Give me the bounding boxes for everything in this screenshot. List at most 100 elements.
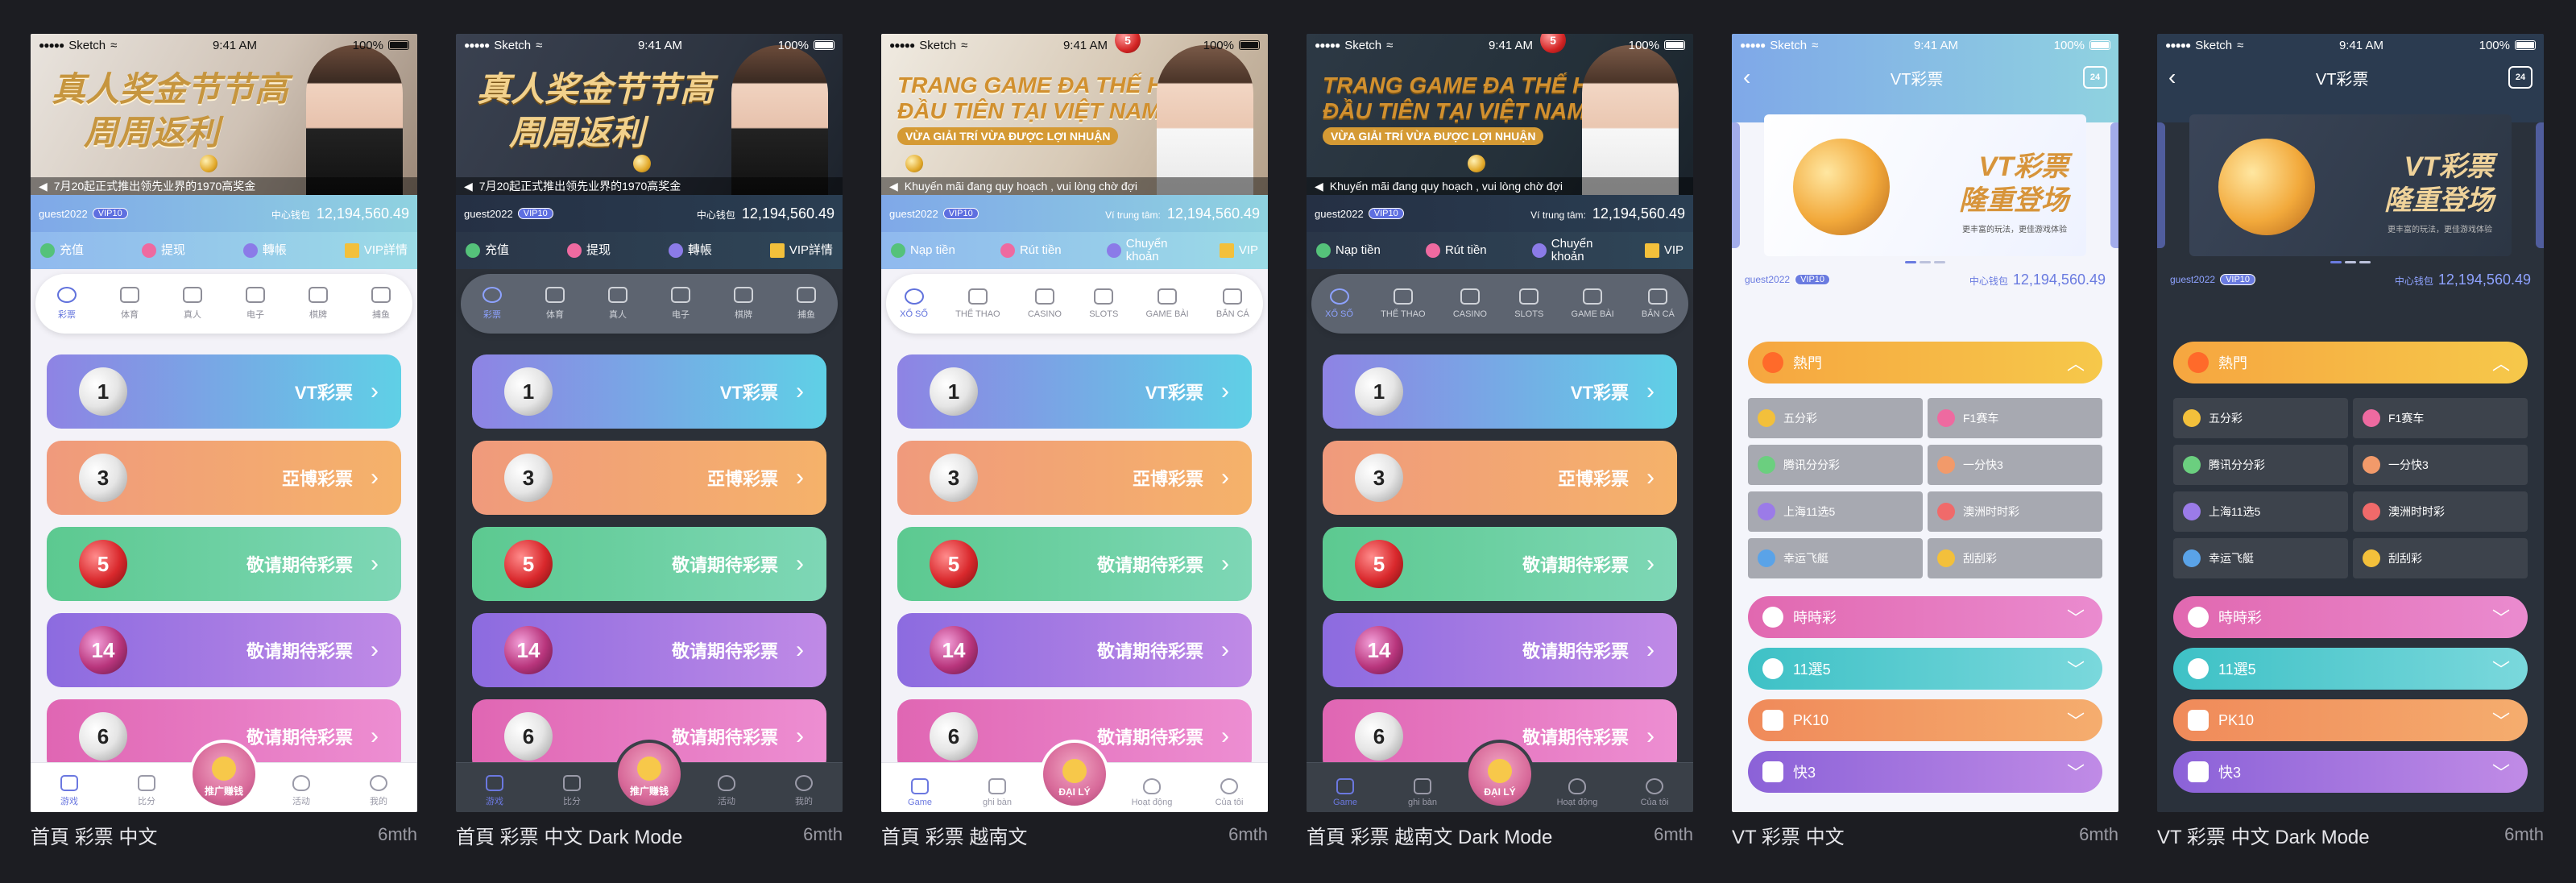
tab-scores[interactable]: 比分 <box>118 775 175 807</box>
lottery-card-soon-1[interactable]: 5 敬请期待彩票 › <box>472 527 826 601</box>
category-lottery[interactable]: 彩票 <box>57 287 77 321</box>
withdraw-button[interactable]: 提现 <box>566 243 611 258</box>
category-lottery[interactable]: 彩票 <box>482 287 502 321</box>
tab-scores[interactable]: ghi bàn <box>1394 778 1451 807</box>
deposit-button[interactable]: Nạp tiền <box>891 243 955 258</box>
lottery-card-vt[interactable]: 1 VT彩票 › <box>47 354 401 429</box>
category-slots[interactable]: 电子 <box>671 287 690 321</box>
lottery-card-yabo[interactable]: 3 亞博彩票 › <box>897 441 1252 515</box>
agent-button[interactable]: ĐẠI LÝ <box>1465 740 1534 809</box>
section-timed[interactable]: 時時彩 ﹀ <box>1748 596 2102 638</box>
lottery-card-soon-1[interactable]: 5 敬请期待彩票 › <box>1323 527 1677 601</box>
lottery-card-soon-2[interactable]: 14 敬请期待彩票 › <box>1323 613 1677 687</box>
artboard-vt-zh[interactable]: ●●●●● Sketch ≈ 9:41 AM 100% ‹ VT彩票 24 VT彩票… <box>1732 34 2118 848</box>
game-item[interactable]: F1赛车 <box>2353 398 2528 438</box>
history-icon[interactable]: 24 <box>2082 66 2107 89</box>
announcement-marquee[interactable]: ◀ Khuyến mãi đang quy hoạch , vui lòng ch… <box>1307 177 1693 195</box>
game-item[interactable]: 一分快3 <box>2353 445 2528 485</box>
vip-button[interactable]: VIP <box>1219 243 1258 258</box>
category-slots[interactable]: SLOTS <box>1514 288 1543 319</box>
announcement-marquee[interactable]: ◀ 7月20起正式推出领先业界的1970高奖金 <box>31 177 417 195</box>
transfer-button[interactable]: 轉帳 <box>242 243 287 258</box>
section-k3[interactable]: 快3 ﹀ <box>1748 751 2102 793</box>
game-item[interactable]: 腾讯分分彩 <box>1748 445 1923 485</box>
category-live[interactable]: 真人 <box>608 287 627 321</box>
lottery-card-soon-2[interactable]: 14 敬请期待彩票 › <box>47 613 401 687</box>
vip-button[interactable]: VIP詳情 <box>344 243 408 258</box>
promo-banner[interactable]: 真人奖金节节高 周周返利 <box>31 34 417 195</box>
carousel-prev-peek[interactable] <box>1732 122 1740 248</box>
category-sports[interactable]: 体育 <box>120 287 139 321</box>
tab-games[interactable]: Game <box>1317 778 1373 807</box>
announcement-marquee[interactable]: ◀ 7月20起正式推出领先业界的1970高奖金 <box>456 177 843 195</box>
game-item[interactable]: 一分快3 <box>1928 445 2102 485</box>
category-fishing[interactable]: 捕鱼 <box>371 287 391 321</box>
tab-events[interactable]: Hoạt động <box>1124 778 1180 807</box>
section-k3[interactable]: 快3 ﹀ <box>2173 751 2528 793</box>
category-slots[interactable]: SLOTS <box>1089 288 1118 319</box>
withdraw-button[interactable]: Rút tiền <box>1000 243 1062 258</box>
vt-carousel-banner[interactable]: VT彩票 隆重登场 更丰富的玩法，更佳游戏体验 <box>1764 114 2086 256</box>
withdraw-button[interactable]: 提现 <box>141 243 185 258</box>
agent-button[interactable]: ĐẠI LÝ <box>1040 740 1109 809</box>
category-live[interactable]: CASINO <box>1028 288 1062 319</box>
lottery-card-vt[interactable]: 1 VT彩票 › <box>472 354 826 429</box>
section-pk10[interactable]: PK10 ﹀ <box>2173 699 2528 741</box>
game-item[interactable]: 幸运飞艇 <box>1748 538 1923 578</box>
game-item[interactable]: 上海11选5 <box>2173 491 2348 532</box>
tab-events[interactable]: Hoạt động <box>1549 778 1605 807</box>
promote-button[interactable]: 推广赚钱 <box>615 740 684 809</box>
game-item[interactable]: 刮刮彩 <box>1928 538 2102 578</box>
section-11x5[interactable]: 11選5 ﹀ <box>1748 648 2102 690</box>
lottery-card-yabo[interactable]: 3 亞博彩票 › <box>47 441 401 515</box>
promo-banner[interactable]: 真人奖金节节高 周周返利 <box>456 34 843 195</box>
category-cards[interactable]: 棋牌 <box>734 287 753 321</box>
game-item[interactable]: 上海11选5 <box>1748 491 1923 532</box>
category-live[interactable]: CASINO <box>1453 288 1487 319</box>
carousel-next-peek[interactable] <box>2110 122 2118 248</box>
game-item[interactable]: 五分彩 <box>2173 398 2348 438</box>
back-icon[interactable]: ‹ <box>1743 64 1750 90</box>
game-item[interactable]: 腾讯分分彩 <box>2173 445 2348 485</box>
section-timed[interactable]: 時時彩 ﹀ <box>2173 596 2528 638</box>
section-hot[interactable]: 熱門 ︿ <box>1748 342 2102 383</box>
deposit-button[interactable]: 充值 <box>466 243 509 258</box>
promo-banner[interactable]: TRANG GAME ĐA THẾ HỆ ĐẦU TIÊN TẠI VIỆT NA… <box>1307 34 1693 195</box>
back-icon[interactable]: ‹ <box>2168 64 2176 90</box>
category-sports[interactable]: THỂ THAO <box>1381 288 1426 319</box>
carousel-next-peek[interactable] <box>2536 122 2544 248</box>
history-icon[interactable]: 24 <box>2508 66 2533 89</box>
category-lottery[interactable]: XỔ SỐ <box>1325 288 1353 319</box>
tab-games[interactable]: 游戏 <box>466 775 523 807</box>
artboard-home-vi-dark[interactable]: TRANG GAME ĐA THẾ HỆ ĐẦU TIÊN TẠI VIỆT NA… <box>1307 34 1693 848</box>
promote-button[interactable]: 推广赚钱 <box>189 740 259 809</box>
category-live[interactable]: 真人 <box>183 287 202 321</box>
lottery-card-soon-2[interactable]: 14 敬请期待彩票 › <box>897 613 1252 687</box>
section-11x5[interactable]: 11選5 ﹀ <box>2173 648 2528 690</box>
artboard-home-zh[interactable]: 真人奖金节节高 周周返利 ●●●●● Sketch ≈ 9:41 AM 100% ◀ 7… <box>31 34 417 848</box>
section-pk10[interactable]: PK10 ﹀ <box>1748 699 2102 741</box>
category-fishing[interactable]: BẮN CÁ <box>1642 288 1675 319</box>
tab-profile[interactable]: 我的 <box>776 775 832 807</box>
category-slots[interactable]: 电子 <box>246 287 265 321</box>
lottery-card-soon-1[interactable]: 5 敬请期待彩票 › <box>47 527 401 601</box>
lottery-card-yabo[interactable]: 3 亞博彩票 › <box>472 441 826 515</box>
game-item[interactable]: 刮刮彩 <box>2353 538 2528 578</box>
withdraw-button[interactable]: Rút tiền <box>1425 243 1487 258</box>
category-sports[interactable]: 体育 <box>545 287 565 321</box>
section-hot[interactable]: 熱門 ︿ <box>2173 342 2528 383</box>
lottery-card-vt[interactable]: 1 VT彩票 › <box>897 354 1252 429</box>
tab-profile[interactable]: Của tôi <box>1626 778 1683 807</box>
carousel-prev-peek[interactable] <box>2157 122 2165 248</box>
category-fishing[interactable]: BẮN CÁ <box>1216 288 1249 319</box>
vip-button[interactable]: VIP詳情 <box>769 243 833 258</box>
transfer-button[interactable]: 轉帳 <box>668 243 712 258</box>
category-sports[interactable]: THỂ THAO <box>955 288 1000 319</box>
category-fishing[interactable]: 捕鱼 <box>797 287 816 321</box>
lottery-card-soon-1[interactable]: 5 敬请期待彩票 › <box>897 527 1252 601</box>
tab-games[interactable]: 游戏 <box>41 775 97 807</box>
game-item[interactable]: F1赛车 <box>1928 398 2102 438</box>
tab-events[interactable]: 活动 <box>273 775 329 807</box>
game-item[interactable]: 五分彩 <box>1748 398 1923 438</box>
transfer-button[interactable]: Chuyển khoản <box>1531 238 1600 263</box>
